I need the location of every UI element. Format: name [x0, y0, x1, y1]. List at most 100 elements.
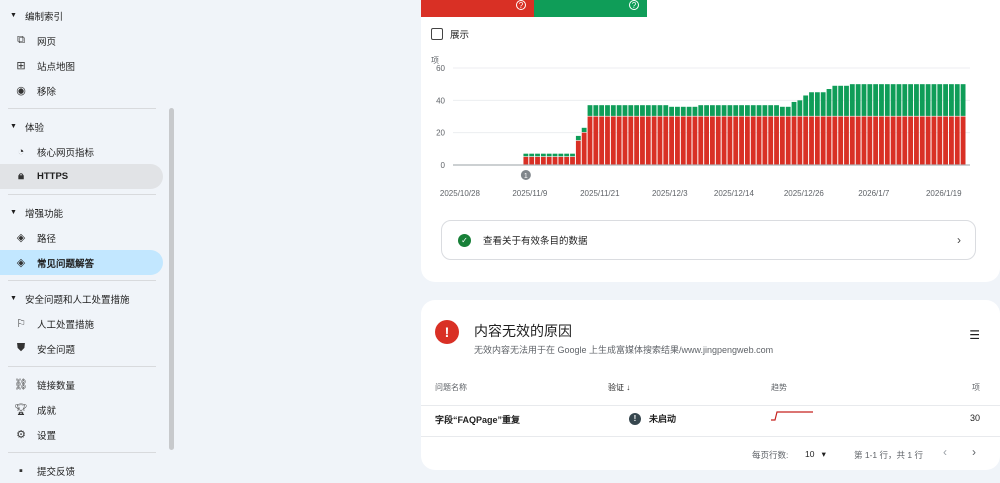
bar [657, 105, 663, 116]
bar [914, 84, 919, 116]
bar [867, 116, 873, 165]
speed-icon: ◔ [17, 145, 25, 158]
bar [628, 105, 634, 116]
dropdown-icon: ▾ [821, 449, 826, 459]
check-circle-icon: ✓ [458, 233, 471, 247]
bar [663, 116, 669, 165]
next-page-button[interactable]: › [972, 445, 976, 459]
feedback-icon: ▪ [19, 464, 23, 477]
sidebar-item-links[interactable]: ⛓ 链接数量 [0, 372, 163, 397]
sidebar-item-security-issues[interactable]: ⛊ 安全问题 [0, 336, 163, 361]
bar [861, 116, 867, 165]
section-enhancements[interactable]: ▼ 增强功能 [0, 200, 170, 225]
sidebar-item-sitemaps[interactable]: ⊞ 站点地图 [0, 53, 163, 78]
sidebar-item-settings[interactable]: ⚙ 设置 [0, 422, 163, 447]
divider [8, 194, 156, 195]
bar [564, 153, 570, 157]
bar [523, 156, 529, 165]
bar [535, 153, 540, 157]
checkbox-icon [431, 28, 443, 40]
bar [698, 105, 704, 116]
bar [610, 116, 616, 165]
bar [844, 85, 849, 116]
bar [943, 116, 949, 165]
bar [581, 127, 587, 133]
valid-items-link[interactable]: ✓ 查看关于有效条目的数据 › [441, 220, 976, 260]
issues-card: ! 内容无效的原因 无效内容无法用于在 Google 上生成富媒体搜索结果/ww… [421, 300, 1000, 470]
filter-icon[interactable]: ☰ [969, 328, 980, 342]
show-impressions-checkbox[interactable]: 展示 [431, 27, 469, 41]
bar [587, 116, 593, 165]
column-count[interactable]: 项 [972, 382, 980, 393]
valid-legend[interactable]: ? [534, 0, 647, 17]
prev-page-button[interactable]: ‹ [943, 445, 947, 459]
bar [908, 116, 914, 165]
bar [686, 116, 692, 165]
bar [890, 116, 896, 165]
bar [540, 156, 546, 165]
x-tick-label: 2026/1/19 [926, 189, 962, 198]
bar [779, 106, 785, 116]
section-indexing[interactable]: ▼ 编制索引 [0, 3, 170, 28]
section-experience[interactable]: ▼ 体验 [0, 114, 170, 139]
column-issue-name[interactable]: 问题名称 [435, 382, 467, 393]
trophy-icon: 🏆︎ [14, 404, 28, 416]
bar [692, 106, 698, 116]
bar [692, 116, 698, 165]
bar [774, 116, 779, 165]
bar [949, 84, 954, 116]
bar [838, 116, 844, 165]
sidebar-item-achievements[interactable]: 🏆︎ 成就 [0, 397, 163, 422]
invalid-legend[interactable]: ? [421, 0, 534, 17]
help-icon[interactable]: ? [516, 0, 526, 10]
divider [8, 108, 156, 109]
sidebar-item-https[interactable]: 🔒︎ HTTPS [0, 164, 163, 189]
arrow-down-icon: ↓ [626, 383, 631, 392]
bar [820, 92, 826, 116]
bar [750, 105, 756, 116]
issues-title: 内容无效的原因 [474, 323, 572, 339]
bar [645, 116, 651, 165]
bar [570, 153, 575, 157]
x-tick-label: 2026/1/7 [858, 189, 890, 198]
sidebar-item-breadcrumbs[interactable]: ◈ 路径 [0, 225, 163, 250]
bar [616, 116, 622, 165]
bar [529, 156, 535, 165]
help-icon[interactable]: ? [629, 0, 639, 10]
sidebar-item-removals[interactable]: ◉ 移除 [0, 78, 163, 103]
bar [785, 116, 791, 165]
bar [832, 116, 838, 165]
x-tick-label: 2025/12/3 [652, 189, 688, 198]
column-trend[interactable]: 趋势 [771, 382, 787, 393]
sidebar-item-manual-actions[interactable]: ⚐ 人工处置措施 [0, 311, 163, 336]
bar [715, 105, 721, 116]
rows-per-page-select[interactable]: 10 ▾ [805, 449, 826, 460]
sidebar-item-feedback[interactable]: ▪ 提交反馈 [0, 458, 163, 483]
bar [919, 84, 925, 116]
rows-per-page-label: 每页行数: [752, 450, 789, 460]
bar [931, 116, 937, 165]
sidebar-scrollbar[interactable] [169, 108, 174, 450]
divider [421, 436, 1000, 437]
bar [564, 156, 570, 165]
bar [884, 116, 890, 165]
column-validation[interactable]: 验证 ↓ [608, 382, 630, 393]
bar [657, 116, 663, 165]
sidebar-item-core-web-vitals[interactable]: ◔ 核心网页指标 [0, 139, 163, 164]
sidebar-item-pages[interactable]: ⧉ 网页 [0, 28, 163, 53]
bar [523, 153, 529, 157]
bar [599, 105, 605, 116]
bar [879, 84, 884, 116]
x-tick-label: 2025/10/28 [440, 189, 481, 198]
bar [686, 106, 692, 116]
bar [896, 116, 902, 165]
bar [861, 84, 867, 116]
bar [791, 116, 797, 165]
bar [721, 105, 727, 116]
bar [826, 116, 832, 165]
removal-icon: ◉ [16, 85, 26, 97]
bar [774, 105, 779, 116]
bar [756, 105, 762, 116]
section-security[interactable]: ▼ 安全问题和人工处置措施 [0, 286, 170, 311]
sidebar-item-faq[interactable]: ◈ 常见问题解答 [0, 250, 163, 275]
